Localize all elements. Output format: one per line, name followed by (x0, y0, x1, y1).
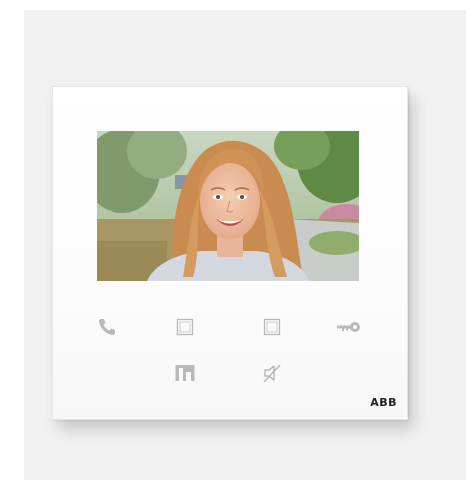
programmable-button-1[interactable] (171, 313, 199, 341)
square-icon (263, 318, 281, 336)
square-icon (176, 318, 194, 336)
mute-speaker-icon (263, 364, 281, 383)
call-button[interactable] (93, 313, 121, 341)
video-screen (97, 131, 359, 281)
mute-button[interactable] (258, 359, 286, 387)
door-icon (175, 365, 195, 381)
video-feed-image (97, 131, 359, 281)
surveillance-button[interactable] (171, 359, 199, 387)
phone-icon (99, 319, 115, 335)
programmable-button-2[interactable] (258, 313, 286, 341)
door-unlock-button[interactable] (335, 313, 363, 341)
brand-logo: ABB (370, 396, 397, 409)
key-icon (337, 322, 360, 332)
intercom-panel: ABB (52, 86, 408, 420)
